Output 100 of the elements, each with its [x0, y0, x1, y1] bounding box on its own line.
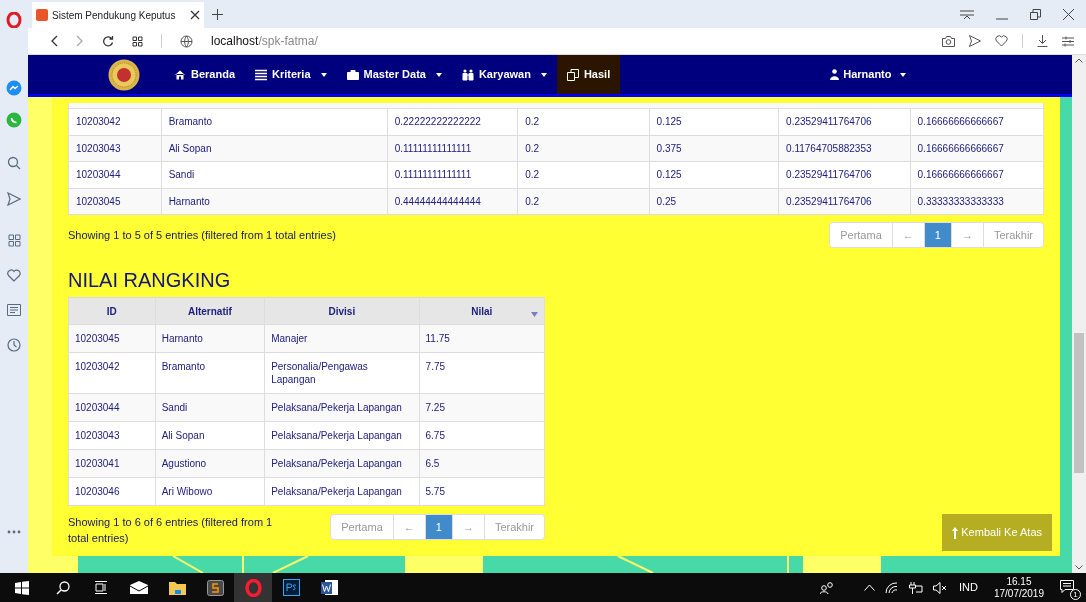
- table-cell: Ali Sopan: [160, 135, 387, 161]
- table-cell: 0.44444444444444: [386, 188, 518, 214]
- caret-icon: [900, 72, 907, 77]
- more-icon[interactable]: [7, 530, 21, 534]
- table-cell-text: 10203043: [74, 429, 121, 443]
- table-cell: 0.2: [517, 109, 649, 135]
- table-cell: Harnanto: [160, 188, 387, 214]
- notification-badge: 1: [1070, 588, 1081, 600]
- people-icon: [461, 68, 474, 81]
- nav-link[interactable]: Karyawan: [451, 55, 557, 94]
- back-icon[interactable]: [50, 35, 58, 47]
- notification-icon[interactable]: [1060, 579, 1074, 593]
- opera-logo-icon[interactable]: [6, 12, 22, 28]
- table-cell: 0.11111111111111: [386, 162, 518, 188]
- close-icon[interactable]: [190, 10, 200, 20]
- battery-icon[interactable]: [908, 581, 923, 594]
- news-icon[interactable]: [7, 304, 21, 316]
- search-icon: [56, 580, 70, 595]
- chevron-up-icon[interactable]: [864, 584, 875, 591]
- caret-icon: [540, 72, 547, 77]
- column-header[interactable]: Nilai: [418, 298, 544, 324]
- nav-link[interactable]: Hasil: [556, 55, 621, 94]
- table-cell: Pelaksana/Pekerja Lapangan: [264, 478, 419, 505]
- table-cell: Sandi: [160, 162, 387, 188]
- table-cell: 7.75: [418, 353, 544, 393]
- mail-icon: [130, 581, 148, 594]
- clock-icon[interactable]: [7, 338, 21, 352]
- table-cell: 0.23529411764706: [778, 162, 910, 188]
- word-icon: [320, 579, 338, 596]
- logo-icon[interactable]: [108, 58, 140, 91]
- reload-icon[interactable]: [102, 35, 114, 47]
- table-cell: Manajer: [264, 325, 419, 352]
- pagination-button[interactable]: 1: [923, 222, 952, 248]
- new-tab-icon[interactable]: [212, 9, 223, 20]
- grid-icon[interactable]: [132, 35, 143, 47]
- table-cell: 11.75: [418, 325, 544, 352]
- windows-icon: [15, 580, 29, 595]
- table-cell: 0.125: [648, 109, 779, 135]
- scrollbar-thumb[interactable]: [1074, 333, 1084, 473]
- table-cell: 0.16666666666667: [909, 109, 1043, 135]
- send-icon[interactable]: [7, 192, 21, 206]
- camera-icon[interactable]: [942, 35, 955, 47]
- table-cell: 0.11764705882353: [778, 135, 910, 161]
- table-cell-text: 10203046: [74, 485, 121, 499]
- table-cell: 0.11111111111111: [386, 135, 518, 161]
- volume-muted-icon[interactable]: [933, 581, 947, 594]
- nav-link[interactable]: Beranda: [164, 55, 246, 94]
- table-cell: Harnanto: [154, 325, 265, 352]
- menu-icon[interactable]: [960, 9, 974, 20]
- caret-icon: [435, 72, 442, 77]
- table-cell: Personalia/Pengawas Lapangan: [264, 353, 419, 393]
- entries-info: Showing 1 to 6 of 6 entries (filtered from 1 total entries): [68, 515, 274, 546]
- heart-icon[interactable]: [995, 35, 1008, 47]
- column-header[interactable]: Divisi: [264, 298, 419, 324]
- close-icon[interactable]: [1063, 9, 1074, 20]
- caret-icon: [320, 72, 327, 77]
- tab-title: Sistem Pendukung Keputus: [52, 8, 177, 23]
- messenger-icon[interactable]: [6, 80, 22, 96]
- scroll-down-icon[interactable]: [1075, 565, 1083, 570]
- arrow-up-icon: [952, 526, 959, 539]
- task-view-icon: [94, 581, 108, 594]
- nav-link[interactable]: Master Data: [336, 55, 452, 94]
- pagination-button[interactable]: 1: [424, 514, 453, 540]
- table-cell-text: 10203043: [75, 141, 122, 156]
- user-menu[interactable]: Harnanto: [820, 55, 917, 94]
- settings-icon[interactable]: [1062, 35, 1074, 47]
- list-icon: [255, 68, 268, 81]
- nav-link[interactable]: Kriteria: [245, 55, 337, 94]
- table-cell: Pelaksana/Pekerja Lapangan: [264, 450, 419, 477]
- table-cell-text: 10203042: [74, 360, 121, 374]
- heart-icon[interactable]: [7, 269, 21, 282]
- table-cell: Pelaksana/Pekerja Lapangan: [264, 394, 419, 421]
- table-cell: 0.16666666666667: [909, 135, 1043, 161]
- address-field[interactable]: localhost/spk-fatma/: [211, 32, 924, 50]
- table-cell: 7.25: [418, 394, 544, 421]
- table-cell: 0.33333333333333: [909, 188, 1043, 214]
- table-cell-text: 10203045: [75, 194, 122, 209]
- table-cell: 0.2: [517, 162, 649, 188]
- scroll-up-icon[interactable]: [1075, 58, 1083, 63]
- restore-icon[interactable]: [1030, 9, 1041, 20]
- language-indicator[interactable]: IND: [959, 579, 978, 596]
- browser-tab[interactable]: Sistem Pendukung Keputus: [32, 2, 204, 28]
- table-cell: 0.25: [648, 188, 779, 214]
- table-cell: Bramanto: [160, 109, 387, 135]
- people-icon[interactable]: [820, 581, 834, 594]
- column-header[interactable]: ID: [69, 298, 155, 324]
- scrollbar[interactable]: [1072, 55, 1086, 573]
- search-icon[interactable]: [7, 156, 21, 170]
- table-cell: Sandi: [154, 394, 265, 421]
- table-cell: 0.23529411764706: [778, 188, 910, 214]
- copy-icon: [566, 68, 579, 81]
- column-header[interactable]: Alternatif: [154, 298, 265, 324]
- download-icon[interactable]: [1037, 35, 1048, 47]
- table-cell: 0.125: [648, 162, 779, 188]
- folder-icon: [168, 580, 186, 595]
- wifi-icon[interactable]: [885, 581, 898, 594]
- table-cell-text: 10203041: [74, 457, 121, 471]
- sublime-text-icon: [206, 579, 224, 596]
- send-icon[interactable]: [969, 35, 981, 47]
- clock[interactable]: 16.15 17/07/2019: [993, 575, 1044, 600]
